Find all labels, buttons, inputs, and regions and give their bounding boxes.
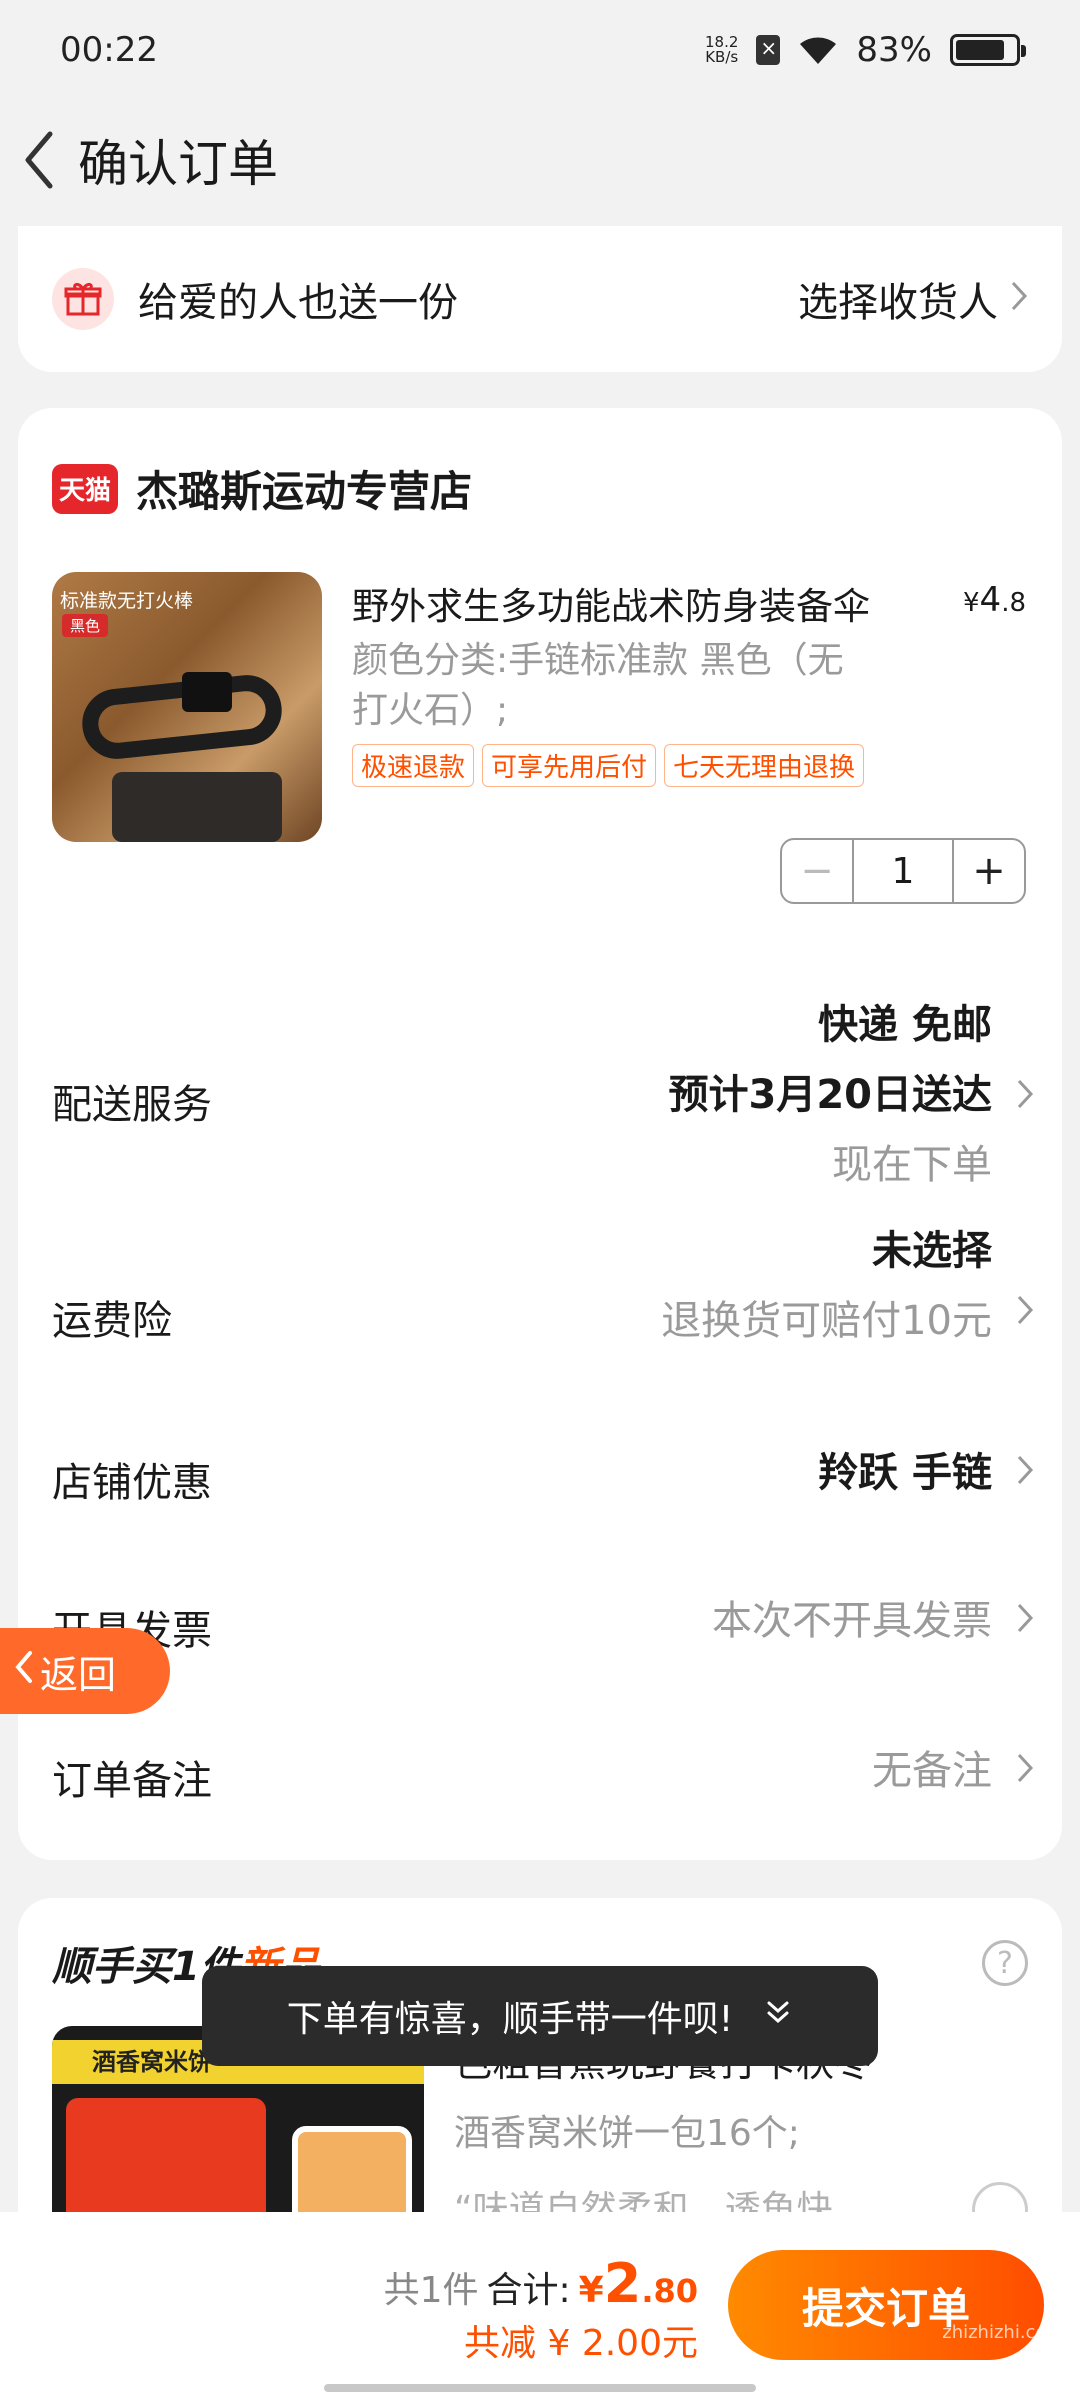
chevron-right-icon xyxy=(1016,1078,1034,1114)
shop-name: 杰璐斯运动专营店 xyxy=(136,467,473,516)
discount-text: 共减 ¥ 2.00元 xyxy=(464,2323,698,2364)
service-tags: 极速退款 可享先用后付 七天无理由退换 xyxy=(352,744,865,787)
net-speed: 18.2 KB/s xyxy=(705,35,738,65)
net-speed-unit: KB/s xyxy=(705,48,739,66)
product-image-buckle xyxy=(182,672,232,712)
delivery-method: 快递 免邮 xyxy=(818,1002,992,1048)
home-indicator[interactable] xyxy=(324,2384,756,2392)
battery-percent: 83% xyxy=(856,30,932,70)
battery-icon xyxy=(950,34,1026,66)
product-sku[interactable]: 颜色分类:手链标准款 黑色（无打火石）; xyxy=(352,636,872,736)
product-image[interactable]: 标准款无打火棒 黑色 xyxy=(52,572,322,842)
total-line: 共1件 合计: ¥2.80 xyxy=(384,2252,698,2315)
service-tag: 可享先用后付 xyxy=(482,744,657,787)
chevron-left-icon[interactable] xyxy=(14,125,64,195)
chevron-right-icon xyxy=(1016,1454,1034,1490)
status-time: 00:22 xyxy=(60,30,158,70)
price-int: 4 xyxy=(979,580,1002,620)
item-count: 共1件 xyxy=(383,2270,479,2311)
total-currency: ¥ xyxy=(578,2270,604,2311)
delivery-info: 快递 免邮 预计3月20日送达 现在下单 xyxy=(669,990,993,1200)
watermark: zhizhizhi.com xyxy=(942,2322,1064,2343)
wifi-icon xyxy=(798,34,838,66)
increase-button[interactable]: + xyxy=(952,840,1024,902)
insurance-status: 未选择 xyxy=(872,1228,992,1274)
chevron-right-icon xyxy=(1016,1602,1034,1638)
page-title: 确认订单 xyxy=(78,135,278,193)
floating-back-label: 返回 xyxy=(40,1652,117,1697)
service-tag: 极速退款 xyxy=(352,744,475,787)
product-title[interactable]: 野外求生多功能战术防身装备伞 xyxy=(352,576,932,630)
note-value: 无备注 xyxy=(872,1748,992,1794)
total-label: 合计: xyxy=(486,2270,571,2311)
nav-bar: 确认订单 xyxy=(0,110,1080,210)
insurance-info: 未选择 退换货可赔付10元 xyxy=(661,1216,992,1356)
product-image-stone xyxy=(112,772,282,842)
bottom-bar: 共1件 合计: ¥2.80 共减 ¥ 2.00元 提交订单 zhizhizhi.… xyxy=(0,2212,1080,2400)
total-int: 2 xyxy=(603,2252,642,2315)
promo-toast[interactable]: 下单有惊喜，顺手带一件呗! xyxy=(202,1966,878,2066)
product-price: ¥4.8 xyxy=(963,580,1026,620)
double-chevron-down-icon xyxy=(763,1996,793,2037)
tmall-logo: 天猫 xyxy=(52,463,118,514)
coupon-label: 店铺优惠 xyxy=(52,1460,212,1506)
gift-text: 给爱的人也送一份 xyxy=(138,280,458,326)
coupon-value: 羚跃 手链 xyxy=(818,1450,992,1496)
product-image-tag: 标准款无打火棒 xyxy=(60,590,194,612)
select-recipient-link[interactable]: 选择收货人 xyxy=(798,270,1028,328)
toast-text: 下单有惊喜，顺手带一件呗! xyxy=(286,1999,734,2040)
chevron-right-icon xyxy=(1016,1294,1034,1330)
chevron-left-icon xyxy=(14,1649,34,1693)
chevron-right-icon xyxy=(1016,1752,1034,1788)
product-image-color-tag: 黑色 xyxy=(62,614,109,637)
insurance-desc: 退换货可赔付10元 xyxy=(661,1298,992,1344)
total-amount: ¥2.80 xyxy=(579,2252,698,2315)
quantity-stepper: − 1 + xyxy=(780,838,1026,904)
chevron-right-icon xyxy=(1010,276,1028,322)
floating-back-button[interactable]: 返回 xyxy=(0,1628,170,1714)
sim-icon xyxy=(756,35,781,65)
note-label: 订单备注 xyxy=(52,1758,212,1804)
service-tag: 七天无理由退换 xyxy=(664,744,865,787)
recommend-item-sku: 酒香窝米饼一包16个; xyxy=(454,2113,800,2154)
price-currency: ¥ xyxy=(963,588,980,618)
status-bar: 00:22 18.2 KB/s 83% xyxy=(0,0,1080,100)
order-card: 天猫 杰璐斯运动专营店 标准款无打火棒 黑色 野外求生多功能战术防身装备伞 ¥4… xyxy=(18,408,1062,1860)
select-recipient-label: 选择收货人 xyxy=(798,280,998,326)
delivery-note: 现在下单 xyxy=(832,1142,992,1188)
price-dec: .8 xyxy=(1001,588,1026,618)
invoice-value: 本次不开具发票 xyxy=(712,1598,992,1644)
submit-order-button[interactable]: 提交订单 xyxy=(728,2250,1044,2360)
decrease-button[interactable]: − xyxy=(782,840,854,902)
delivery-label: 配送服务 xyxy=(52,1082,212,1128)
delivery-eta: 预计3月20日送达 xyxy=(668,1072,993,1118)
status-icons: 18.2 KB/s 83% xyxy=(705,30,1026,70)
gift-icon xyxy=(52,268,114,330)
help-icon[interactable]: ? xyxy=(982,1940,1028,1986)
gift-row[interactable]: 给爱的人也送一份 选择收货人 xyxy=(18,226,1062,372)
battery-fill xyxy=(956,40,1005,60)
insurance-label: 运费险 xyxy=(52,1298,172,1344)
quantity-value[interactable]: 1 xyxy=(854,840,952,902)
total-dec: .80 xyxy=(641,2272,698,2310)
shop-header[interactable]: 天猫 杰璐斯运动专营店 xyxy=(52,458,472,519)
